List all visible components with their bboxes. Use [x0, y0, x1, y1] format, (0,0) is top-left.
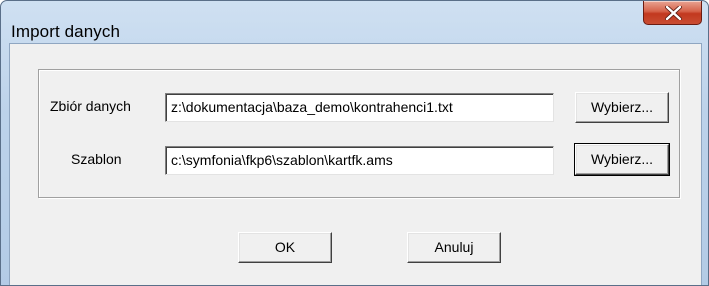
dialog-title: Import danych	[11, 22, 121, 41]
close-button[interactable]	[643, 1, 702, 25]
cancel-button[interactable]: Anuluj	[407, 232, 501, 263]
choose-template-button[interactable]: Wybierz...	[574, 143, 670, 176]
file-selection-group: Zbiór danych z:\dokumentacja\baza_demo\k…	[38, 69, 680, 198]
import-dialog: Import danych Zbiór danych z:\dokumentac…	[0, 0, 709, 286]
choose-data-file-button[interactable]: Wybierz...	[575, 92, 669, 123]
ok-button[interactable]: OK	[238, 232, 332, 263]
data-file-input[interactable]: z:\dokumentacja\baza_demo\kontrahenci1.t…	[165, 93, 554, 122]
dialog-client-area: Zbiór danych z:\dokumentacja\baza_demo\k…	[9, 43, 702, 285]
data-file-label: Zbiór danych	[50, 98, 131, 114]
title-bar[interactable]: Import danych	[1, 1, 708, 43]
close-icon	[665, 6, 682, 20]
template-input[interactable]: c:\symfonia\fkp6\szablon\kartfk.ams	[165, 146, 554, 175]
template-label: Szablon	[71, 151, 122, 167]
